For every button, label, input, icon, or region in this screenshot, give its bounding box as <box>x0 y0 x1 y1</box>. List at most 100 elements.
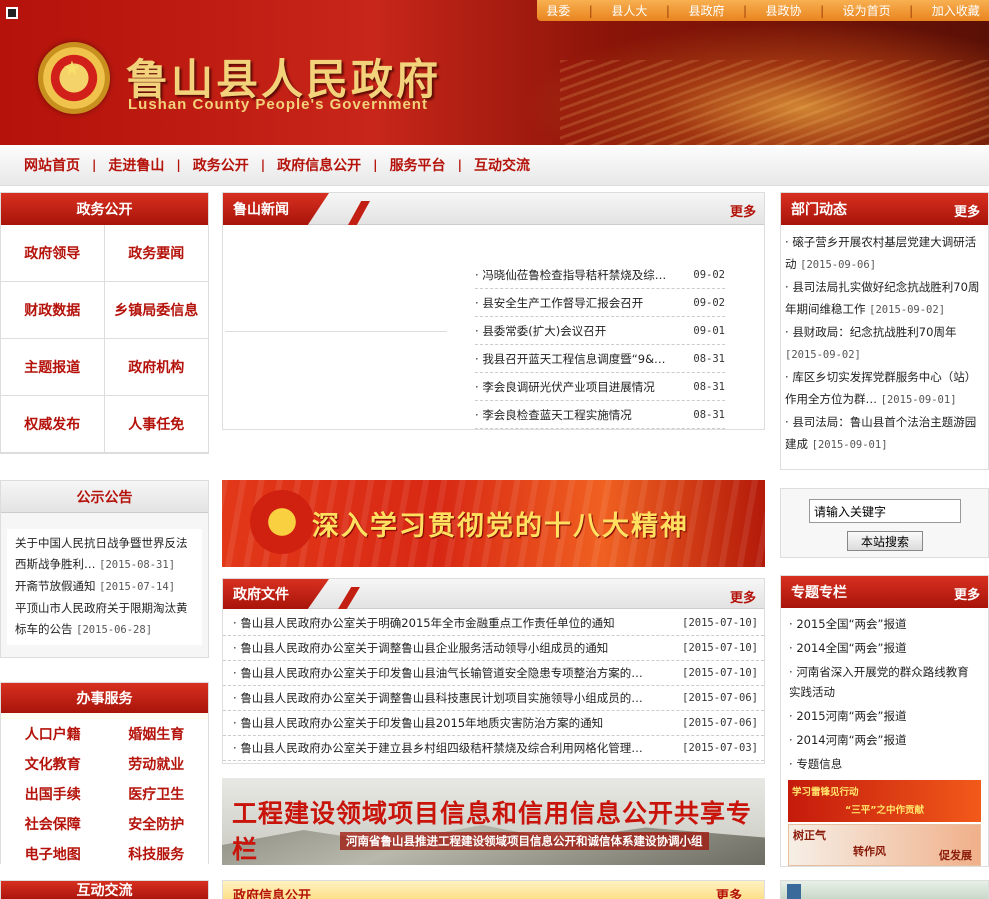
top-link-county-congress[interactable]: 县人大 <box>611 2 647 19</box>
main-nav: 网站首页 | 走进鲁山 | 政务公开 | 政府信息公开 | 服务平台 | 互动交流 <box>0 145 989 186</box>
service-map[interactable]: 电子地图 <box>1 839 105 869</box>
nav-about-lushan[interactable]: 走进鲁山 <box>108 155 164 175</box>
top-link-set-homepage[interactable]: 设为首页 <box>843 2 891 19</box>
top-link-county-government[interactable]: 县政府 <box>688 2 724 19</box>
special-topics-title: 专题专栏 <box>791 585 847 601</box>
interactive-title: 互动交流 <box>1 881 208 899</box>
dept-item[interactable]: · 库区乡切实发挥党群服务中心（站）作用全方位为群… [2015-09-01] <box>785 366 984 411</box>
gov-affairs-panel: 政务公开 政府领导 政务要闻 财政数据 乡镇局委信息 主题报道 政府机构 权威发… <box>0 192 209 454</box>
gov-info-title: 政府信息公开 <box>233 889 312 899</box>
news-item[interactable]: · 李会良检查蓝天工程实施情况 08-31 <box>475 401 725 429</box>
service-household[interactable]: 人口户籍 <box>1 719 105 749</box>
nav-gov-affairs[interactable]: 政务公开 <box>193 155 249 175</box>
promo2-line1: 树正气 <box>793 829 826 842</box>
service-education[interactable]: 文化教育 <box>1 749 105 779</box>
news-item[interactable]: · 李会良调研光伏产业项目进展情况 08-31 <box>475 373 725 401</box>
services-panel: 办事服务 人口户籍 婚姻生育 文化教育 劳动就业 出国手续 医疗卫生 社会保障 … <box>0 682 209 869</box>
search-input[interactable] <box>809 499 961 523</box>
special-item[interactable]: · 专题信息 <box>789 752 980 776</box>
special-item[interactable]: · 2015全国“两会”报道 <box>789 612 980 636</box>
gov-agencies-link[interactable]: 政府机构 <box>104 339 208 396</box>
service-employment[interactable]: 劳动就业 <box>104 749 208 779</box>
service-medical[interactable]: 医疗卫生 <box>104 779 208 809</box>
gov-leaders-link[interactable]: 政府领导 <box>1 225 105 282</box>
official-release-link[interactable]: 权威发布 <box>1 396 105 453</box>
integrity-promo-banner[interactable]: 树正气 转作风 促发展 <box>788 824 981 866</box>
national-emblem-icon <box>38 42 110 114</box>
notice-item[interactable]: 关于中国人民抗日战争暨世界反法西斯战争胜利… [2015-08-31] <box>7 533 202 576</box>
nav-home[interactable]: 网站首页 <box>24 155 80 175</box>
gov-news-link[interactable]: 政务要闻 <box>104 225 208 282</box>
top-link-county-committee[interactable]: 县委 <box>546 2 570 19</box>
notices-title: 公示公告 <box>1 481 208 513</box>
promo1-line2: “三平”之中作贡献 <box>845 805 924 816</box>
leifeng-promo-banner[interactable]: 学习雷锋见行动 “三平”之中作贡献 <box>788 780 981 822</box>
township-info-link[interactable]: 乡镇局委信息 <box>104 282 208 339</box>
special-item[interactable]: · 河南省深入开展党的群众路线教育实践活动 <box>789 660 980 704</box>
news-item[interactable]: · 县安全生产工作督导汇报会召开 09-02 <box>475 289 725 317</box>
news-title: 鲁山新闻 <box>223 193 329 225</box>
special-item[interactable]: · 2015河南“两会”报道 <box>789 704 980 728</box>
dept-news-more-link[interactable]: 更多 <box>954 201 980 220</box>
doc-item[interactable]: · 鲁山县人民政府办公室关于明确2015年全市金融重点工作责任单位的通知 [201… <box>223 611 764 636</box>
project-banner-title: 工程建设领域项目信息和信用信息公开共享专栏 <box>232 799 753 864</box>
top-links: 县委 | 县人大 | 县政府 | 县政协 | 设为首页 | 加入收藏 <box>537 0 989 21</box>
gov-affairs-title: 政务公开 <box>1 193 208 225</box>
site-subtitle: Lushan County People's Government <box>128 96 428 113</box>
window-icon[interactable] <box>6 7 18 19</box>
news-image-divider <box>225 331 447 332</box>
dept-item[interactable]: · 县司法局：鲁山县首个法治主题游园建成 [2015-09-01] <box>785 411 984 456</box>
news-panel: 鲁山新闻 更多 · 冯晓仙莅鲁检查指导秸秆禁烧及综… 09-02 · 县安全生产工… <box>222 192 765 430</box>
notice-item[interactable]: 平顶山市人民政府关于限期淘汰黄标车的公告 [2015-06-28] <box>7 598 202 641</box>
nav-service[interactable]: 服务平台 <box>390 155 446 175</box>
doc-item[interactable]: · 鲁山县人民政府办公室关于调整鲁山县企业服务活动领导小组成员的通知 [2015-… <box>223 636 764 661</box>
top-link-add-favorite[interactable]: 加入收藏 <box>932 2 980 19</box>
gov-info-more-link[interactable]: 更多 <box>716 885 742 899</box>
news-item[interactable]: · 冯晓仙莅鲁检查指导秸秆禁烧及综… 09-02 <box>475 261 725 289</box>
bottom-right-widget[interactable] <box>780 880 989 899</box>
service-social-security[interactable]: 社会保障 <box>1 809 105 839</box>
gov-docs-title: 政府文件 <box>223 579 329 609</box>
promo1-line1: 学习雷锋见行动 <box>792 787 859 798</box>
party-study-banner[interactable]: 深入学习贯彻党的十八大精神 <box>222 480 765 567</box>
project-info-banner[interactable]: 工程建设领域项目信息和信用信息公开共享专栏 河南省鲁山县推进工程建设领域项目信息… <box>222 778 765 865</box>
promo2-line3: 促发展 <box>939 849 972 862</box>
personnel-link[interactable]: 人事任免 <box>104 396 208 453</box>
service-safety[interactable]: 安全防护 <box>104 809 208 839</box>
dept-item[interactable]: · 县司法局扎实做好纪念抗战胜利70周年期间维稳工作 [2015-09-02] <box>785 276 984 321</box>
interactive-panel: 互动交流 <box>0 880 209 899</box>
service-passport[interactable]: 出国手续 <box>1 779 105 809</box>
news-more-link[interactable]: 更多 <box>730 201 756 220</box>
search-panel: 本站搜索 <box>780 488 989 558</box>
party-banner-text: 深入学习贯彻党的十八大精神 <box>312 511 689 542</box>
party-emblem-icon <box>250 490 314 554</box>
news-item[interactable]: · 我县召开蓝天工程信息调度暨“9&… 08-31 <box>475 345 725 373</box>
dept-news-title: 部门动态 <box>791 202 847 218</box>
gov-docs-panel: 政府文件 更多 · 鲁山县人民政府办公室关于明确2015年全市金融重点工作责任单… <box>222 578 765 764</box>
search-button[interactable]: 本站搜索 <box>847 531 923 551</box>
special-item[interactable]: · 2014河南“两会”报道 <box>789 728 980 752</box>
finance-data-link[interactable]: 财政数据 <box>1 282 105 339</box>
notice-item[interactable]: 开斋节放假通知 [2015-07-14] <box>7 576 202 598</box>
special-topics-more-link[interactable]: 更多 <box>954 584 980 603</box>
doc-item[interactable]: · 鲁山县人民政府办公室关于印发鲁山县油气长输管道安全隐患专项整治方案的… [20… <box>223 661 764 686</box>
theme-reports-link[interactable]: 主题报道 <box>1 339 105 396</box>
service-tech[interactable]: 科技服务 <box>104 839 208 869</box>
dept-item[interactable]: · 磙子营乡开展农村基层党建大调研活动 [2015-09-06] <box>785 231 984 276</box>
nav-interactive[interactable]: 互动交流 <box>474 155 530 175</box>
gov-docs-more-link[interactable]: 更多 <box>730 587 756 606</box>
services-title: 办事服务 <box>1 683 208 713</box>
doc-item[interactable]: · 鲁山县人民政府办公室关于印发鲁山县2015年地质灾害防治方案的通知 [2015… <box>223 711 764 736</box>
top-link-county-cppcc[interactable]: 县政协 <box>766 2 802 19</box>
gov-info-panel: 政府信息公开 更多 <box>222 880 765 899</box>
dept-item[interactable]: · 县财政局：纪念抗战胜利70周年 [2015-09-02] <box>785 321 984 366</box>
news-item[interactable]: · 县委常委(扩大)会议召开 09-01 <box>475 317 725 345</box>
nav-gov-info[interactable]: 政府信息公开 <box>277 155 361 175</box>
service-marriage[interactable]: 婚姻生育 <box>104 719 208 749</box>
project-banner-subtitle: 河南省鲁山县推进工程建设领域项目信息公开和诚信体系建设协调小组 <box>340 832 709 850</box>
doc-item[interactable]: · 鲁山县人民政府办公室关于建立县乡村组四级秸秆禁烧及综合利用网格化管理… [20… <box>223 736 764 761</box>
doc-item[interactable]: · 鲁山县人民政府办公室关于调整鲁山县科技惠民计划项目实施领导小组成员的… [20… <box>223 686 764 711</box>
special-item[interactable]: · 2014全国“两会”报道 <box>789 636 980 660</box>
book-icon <box>787 884 801 899</box>
dept-news-panel: 部门动态 更多 · 磙子营乡开展农村基层党建大调研活动 [2015-09-06]… <box>780 192 989 470</box>
